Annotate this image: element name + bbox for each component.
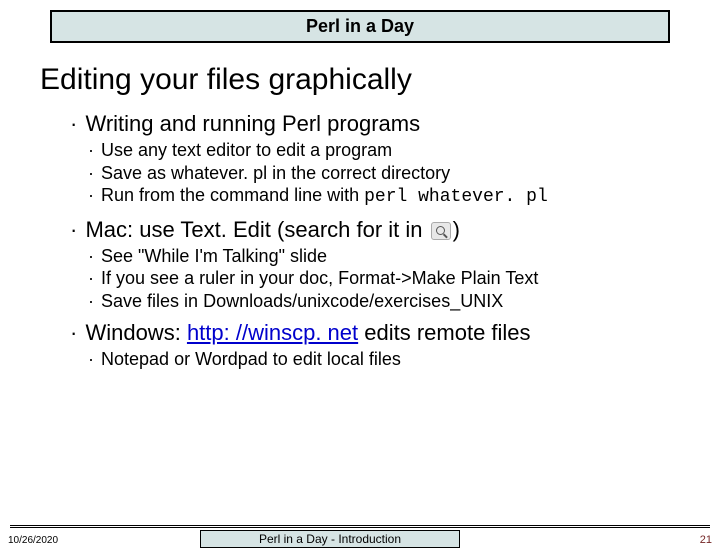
slide-title: Editing your files graphically [40,63,720,97]
subbullet: Run from the command line with perl what… [88,184,700,209]
bullet-text-pre: Mac: use Text. Edit (search for it in [85,217,428,242]
slide-content: Writing and running Perl programs Use an… [70,111,700,371]
header-title: Perl in a Day [306,16,414,36]
footer-page-number: 21 [700,534,712,546]
footer-center-box: Perl in a Day - Introduction [200,530,460,548]
winscp-link[interactable]: http: //winscp. net [187,320,358,345]
subbullet: Notepad or Wordpad to edit local files [88,348,700,371]
bullet-text-pre: Windows: [85,320,186,345]
header-title-box: Perl in a Day [50,10,670,43]
footer-center-text: Perl in a Day - Introduction [259,532,401,546]
subbullet-text: Save files in Downloads/unixcode/exercis… [101,291,503,311]
bullet-text: Writing and running Perl programs [85,111,420,136]
subbullet-text: Run from the command line with [101,185,364,205]
bullet-mac: Mac: use Text. Edit (search for it in ) [70,217,700,243]
subbullet-text: If you see a ruler in your doc, Format->… [101,268,538,288]
subbullet: If you see a ruler in your doc, Format->… [88,267,700,290]
subbullet: Use any text editor to edit a program [88,139,700,162]
bullet-text-post: ) [453,217,460,242]
subbullet-text: Save as whatever. pl in the correct dire… [101,163,450,183]
subbullet: Save as whatever. pl in the correct dire… [88,162,700,185]
footer-rule [10,525,710,528]
bullet-text-post: edits remote files [358,320,530,345]
footer-date: 10/26/2020 [8,535,58,546]
subbullet-text: Notepad or Wordpad to edit local files [101,349,401,369]
footer: 10/26/2020 Perl in a Day - Introduction … [0,524,720,550]
spotlight-search-icon [431,222,451,240]
code-text: perl whatever. pl [364,187,548,207]
subbullet: Save files in Downloads/unixcode/exercis… [88,290,700,313]
subbullet-text: See "While I'm Talking" slide [101,246,327,266]
subbullet-text: Use any text editor to edit a program [101,140,392,160]
subbullet: See "While I'm Talking" slide [88,245,700,268]
bullet-windows: Windows: http: //winscp. net edits remot… [70,320,700,346]
bullet-writing-running: Writing and running Perl programs [70,111,700,137]
